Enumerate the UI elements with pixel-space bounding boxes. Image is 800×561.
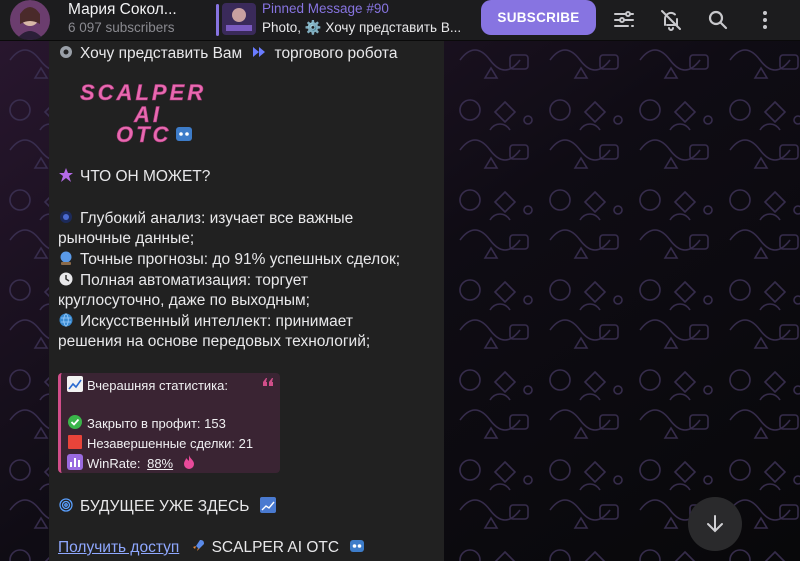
- scalper-logo: SCALPER AI OTC: [80, 80, 204, 146]
- search-icon[interactable]: [706, 8, 730, 32]
- intro-text-end: торгового робота: [274, 45, 398, 62]
- feature-heading-text: ЧТО ОН МОЖЕТ?: [80, 168, 211, 185]
- red-square-icon: [68, 435, 82, 449]
- feature-4-cont: решения на основе передовых технологий;: [58, 333, 371, 350]
- crystal-ball-icon: [60, 251, 72, 265]
- bell-off-icon[interactable]: [659, 8, 683, 32]
- access-link[interactable]: Получить доступ: [58, 539, 179, 556]
- more-vertical-icon[interactable]: [753, 8, 777, 32]
- winrate-label: WinRate:: [87, 456, 141, 471]
- feature-4: Искусственный интеллект: принимает: [58, 312, 353, 331]
- feature-2-text: Точные прогнозы: до 91% успешных сделок;: [80, 251, 401, 268]
- pinned-message-preview[interactable]: Photo, ⚙️ Хочу представить В...: [262, 20, 462, 36]
- rocket-icon: [192, 540, 204, 551]
- feature-1-cont: рыночные данные;: [58, 230, 195, 247]
- channel-avatar[interactable]: [8, 0, 52, 40]
- filter-icon[interactable]: [612, 8, 636, 32]
- feature-1: Глубокий анализ: изучает все важные: [58, 209, 353, 228]
- feature-3: Полная автоматизация: торгует: [58, 271, 308, 290]
- feature-3-text: Полная автоматизация: торгует: [80, 272, 308, 289]
- subscriber-count: 6 097 subscribers: [68, 20, 175, 35]
- arrow-down-icon: [707, 515, 723, 533]
- stats-open-text: Незавершенные сделки: 21: [87, 436, 254, 451]
- subscribe-button[interactable]: SUBSCRIBE: [481, 0, 596, 35]
- feature-heading: ЧТО ОН МОЖЕТ?: [58, 167, 210, 186]
- star-icon: [59, 168, 73, 182]
- future-text: БУДУЩЕЕ УЖЕ ЗДЕСЬ: [80, 498, 250, 515]
- channel-header: Мария Сокол... 6 097 subscribers Pinned …: [0, 0, 800, 41]
- bot-name: SCALPER AI OTC: [211, 539, 340, 556]
- fire-icon: [183, 455, 194, 469]
- quote-icon: [263, 378, 273, 386]
- check-icon: [68, 415, 82, 429]
- access-line: Получить доступ SCALPER AI OTC: [58, 538, 371, 557]
- clock-icon: [59, 272, 73, 286]
- feature-2: Точные прогнозы: до 91% успешных сделок;: [58, 250, 400, 269]
- feature-3-cont: круглосуточно, даже по выходным;: [58, 292, 310, 309]
- feature-1-text: Глубокий анализ: изучает все важные: [80, 210, 354, 227]
- stats-closed-text: Закрыто в профит: 153: [87, 416, 226, 431]
- chart-up-icon: [67, 376, 83, 392]
- pinned-thumbnail[interactable]: [222, 3, 256, 35]
- chart-tile-icon: [259, 497, 276, 513]
- winrate-value[interactable]: 88%: [147, 456, 173, 471]
- feature-4-text: Искусственный интеллект: принимает: [80, 313, 353, 330]
- pinned-message-title[interactable]: Pinned Message #90: [262, 1, 389, 16]
- stats-title-text: Вчерашняя статистика:: [87, 378, 229, 393]
- scroll-to-bottom-button[interactable]: [688, 497, 742, 551]
- stats-open: Незавершенные сделки: 21: [67, 434, 253, 451]
- stats-title: Вчерашняя статистика:: [67, 376, 228, 393]
- stats-winrate: WinRate: 88%: [67, 454, 203, 471]
- robot-icon: [176, 127, 192, 141]
- fingerprint-icon: [59, 498, 73, 512]
- stats-closed: Закрыто в профит: 153: [67, 414, 226, 431]
- pinned-indicator: [216, 4, 219, 36]
- bar-chart-icon: [67, 454, 83, 470]
- channel-name[interactable]: Мария Сокол...: [68, 1, 177, 19]
- globe-icon: [59, 313, 73, 327]
- dot-icon: [60, 211, 72, 223]
- intro-text: Хочу представить Вам: [80, 45, 243, 62]
- fast-forward-icon: [252, 47, 265, 57]
- robot-icon: [350, 540, 365, 552]
- future-line: БУДУЩЕЕ УЖЕ ЗДЕСЬ: [58, 497, 282, 516]
- gear-icon: [60, 46, 72, 58]
- intro-line: Хочу представить Вам торгового робота: [58, 44, 397, 63]
- logo-line-3: OTC: [116, 122, 171, 146]
